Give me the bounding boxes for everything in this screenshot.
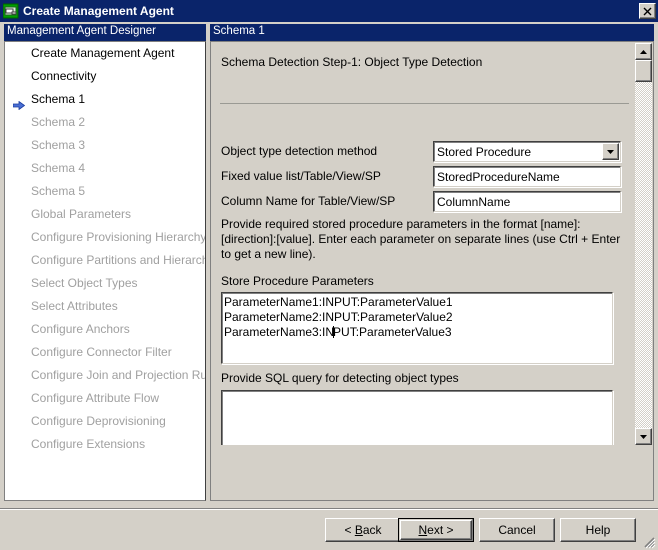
dialog-button-bar: < Back Next > Cancel Help bbox=[0, 513, 658, 550]
sidebar-item-label: Connectivity bbox=[31, 69, 97, 83]
sidebar-item-label: Schema 3 bbox=[31, 138, 86, 152]
create-management-agent-dialog: Create Management Agent Management Agent… bbox=[0, 0, 658, 550]
sp-params-label: Store Procedure Parameters bbox=[221, 274, 374, 288]
next-button-label: Next > bbox=[418, 523, 454, 537]
sidebar-item-configure-deprovisioning: Configure Deprovisioning bbox=[5, 410, 205, 433]
sidebar-item-schema-4: Schema 4 bbox=[5, 157, 205, 180]
close-icon[interactable] bbox=[639, 3, 656, 19]
sp-params-help-text: Provide required stored procedure parame… bbox=[221, 217, 621, 261]
sidebar-item-label: Configure Anchors bbox=[31, 322, 130, 336]
sidebar-item-label: Configure Connector Filter bbox=[31, 345, 172, 359]
sidebar-item-label: Create Management Agent bbox=[31, 46, 175, 60]
sidebar-item-select-attributes: Select Attributes bbox=[5, 295, 205, 318]
back-button-label: < Back bbox=[344, 523, 382, 537]
detection-method-value: Stored Procedure bbox=[437, 144, 532, 159]
column-name-input[interactable]: ColumnName bbox=[433, 191, 621, 212]
cancel-button-label: Cancel bbox=[498, 523, 536, 537]
sidebar-item-configure-connector-filter: Configure Connector Filter bbox=[5, 341, 205, 364]
footer-divider-highlight bbox=[0, 509, 658, 510]
sidebar-item-label: Schema 1 bbox=[31, 92, 86, 106]
sidebar-item-label: Configure Partitions and Hierarchies bbox=[31, 253, 206, 267]
sidebar-item-label: Configure Attribute Flow bbox=[31, 391, 160, 405]
column-name-label: Column Name for Table/View/SP bbox=[221, 194, 396, 208]
title-bar: Create Management Agent bbox=[0, 0, 658, 22]
sidebar-item-label: Schema 5 bbox=[31, 184, 86, 198]
chevron-down-icon[interactable] bbox=[602, 143, 619, 160]
sidebar-item-schema-1[interactable]: Schema 1 bbox=[5, 88, 205, 111]
sidebar-header: Management Agent Designer bbox=[4, 24, 206, 41]
scrollbar-thumb[interactable] bbox=[635, 60, 652, 82]
sidebar-item-label: Global Parameters bbox=[31, 207, 132, 221]
sp-param-line: ParameterName1:INPUT:ParameterValue1 bbox=[224, 295, 453, 309]
sidebar-item-label: Select Attributes bbox=[31, 299, 118, 313]
resize-grip[interactable] bbox=[642, 535, 656, 549]
sidebar-item-configure-anchors: Configure Anchors bbox=[5, 318, 205, 341]
back-button[interactable]: < Back bbox=[325, 518, 401, 542]
sidebar-item-label: Configure Deprovisioning bbox=[31, 414, 166, 428]
main-pane-body: Schema Detection Step-1: Object Type Det… bbox=[210, 41, 654, 501]
step-title: Schema Detection Step-1: Object Type Det… bbox=[221, 55, 483, 69]
next-button[interactable]: Next > bbox=[398, 518, 474, 542]
sidebar-item-configure-partitions-and-hierarchies: Configure Partitions and Hierarchies bbox=[5, 249, 205, 272]
sql-query-label: Provide SQL query for detecting object t… bbox=[221, 371, 459, 385]
sidebar-item-label: Configure Provisioning Hierarchy bbox=[31, 230, 206, 244]
sidebar-item-label: Configure Join and Projection Rules bbox=[31, 368, 206, 382]
sidebar-item-select-object-types: Select Object Types bbox=[5, 272, 205, 295]
close-glyph bbox=[643, 7, 652, 15]
detection-method-select[interactable]: Stored Procedure bbox=[433, 141, 621, 162]
sidebar-item-configure-provisioning-hierarchy: Configure Provisioning Hierarchy bbox=[5, 226, 205, 249]
sidebar-nav-list[interactable]: Create Management Agent Connectivity Schem… bbox=[4, 41, 206, 501]
sp-param-line-text: ParameterName3:IN bbox=[224, 325, 335, 339]
detection-method-label: Object type detection method bbox=[221, 144, 378, 158]
fixed-value-list-label: Fixed value list/Table/View/SP bbox=[221, 169, 381, 183]
sidebar-item-label: Select Object Types bbox=[31, 276, 138, 290]
main-pane-header: Schema 1 bbox=[210, 24, 654, 41]
scroll-down-icon[interactable] bbox=[635, 428, 652, 445]
sidebar-item-schema-2: Schema 2 bbox=[5, 111, 205, 134]
sidebar-item-label: Configure Extensions bbox=[31, 437, 146, 451]
sp-param-line: ParameterName3:INPUT:ParameterValue3 bbox=[224, 325, 612, 340]
sidebar: Management Agent Designer Create Managem… bbox=[4, 24, 206, 501]
sidebar-item-global-parameters: Global Parameters bbox=[5, 203, 205, 226]
cancel-button[interactable]: Cancel bbox=[479, 518, 555, 542]
sidebar-item-configure-join-and-projection-rules: Configure Join and Projection Rules bbox=[5, 364, 205, 387]
scrollbar-track[interactable] bbox=[635, 60, 652, 428]
sidebar-item-label: Schema 2 bbox=[31, 115, 86, 129]
sp-param-line: ParameterName2:INPUT:ParameterValue2 bbox=[224, 310, 453, 324]
sp-param-line-text-tail: PUT:ParameterValue3 bbox=[333, 325, 452, 339]
sql-query-textarea[interactable] bbox=[221, 390, 613, 445]
sidebar-item-create-management-agent[interactable]: Create Management Agent bbox=[5, 42, 205, 65]
sidebar-item-schema-5: Schema 5 bbox=[5, 180, 205, 203]
sp-params-textarea[interactable]: ParameterName1:INPUT:ParameterValue1 Para… bbox=[221, 292, 613, 364]
sidebar-item-configure-attribute-flow: Configure Attribute Flow bbox=[5, 387, 205, 410]
scroll-up-icon[interactable] bbox=[635, 43, 652, 60]
help-button-label: Help bbox=[585, 523, 611, 537]
next-button-inner: Next > bbox=[400, 520, 472, 540]
fixed-value-list-input[interactable]: StoredProcedureName bbox=[433, 166, 621, 187]
main-vertical-scrollbar[interactable] bbox=[635, 43, 652, 445]
current-step-arrow-icon bbox=[12, 95, 26, 111]
section-divider bbox=[220, 103, 629, 104]
sidebar-item-label: Schema 4 bbox=[31, 161, 86, 175]
main-pane: Schema 1 Schema Detection Step-1: Object… bbox=[210, 24, 654, 501]
scroll-content: Schema Detection Step-1: Object Type Det… bbox=[212, 43, 636, 445]
management-agent-icon bbox=[2, 3, 19, 19]
sidebar-item-connectivity[interactable]: Connectivity bbox=[5, 65, 205, 88]
sidebar-item-configure-extensions: Configure Extensions bbox=[5, 433, 205, 456]
sidebar-item-schema-3: Schema 3 bbox=[5, 134, 205, 157]
help-button[interactable]: Help bbox=[560, 518, 636, 542]
window-title: Create Management Agent bbox=[23, 4, 174, 18]
